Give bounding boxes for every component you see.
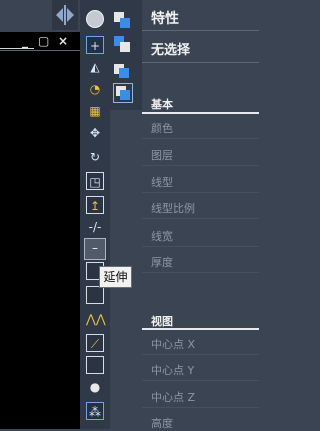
mirror-icon[interactable]: ◭ bbox=[86, 58, 104, 76]
extend-icon: – bbox=[92, 241, 98, 255]
row-divider bbox=[142, 165, 259, 166]
send-under-icon[interactable] bbox=[113, 83, 133, 103]
copy-icon[interactable]: + bbox=[86, 36, 104, 54]
property-row-center-z[interactable]: 中心点 Z bbox=[151, 389, 195, 405]
viewport-frame-line bbox=[0, 48, 34, 49]
close-viewport-button[interactable]: × bbox=[58, 35, 68, 47]
break-icon[interactable] bbox=[86, 286, 104, 304]
property-row-layer[interactable]: 图层 bbox=[151, 147, 173, 163]
row-divider bbox=[142, 354, 259, 355]
section-header-view[interactable]: 视图 bbox=[151, 313, 173, 329]
join-icon[interactable]: ⋀⋀ bbox=[86, 310, 106, 328]
property-row-center-x[interactable]: 中心点 X bbox=[151, 336, 195, 352]
restore-viewport-button[interactable]: ▢ bbox=[38, 35, 49, 47]
erase-icon[interactable] bbox=[86, 10, 104, 28]
extend-button[interactable]: – bbox=[84, 238, 106, 260]
scale-icon[interactable]: ◳ bbox=[86, 172, 104, 190]
property-row-thickness[interactable]: 厚度 bbox=[151, 254, 173, 270]
divider bbox=[142, 62, 259, 63]
stretch-icon[interactable]: ↥ bbox=[86, 196, 104, 214]
chevron-right-icon bbox=[67, 8, 74, 22]
property-row-center-y[interactable]: 中心点 Y bbox=[151, 362, 194, 378]
divider bbox=[142, 30, 259, 31]
bring-above-icon[interactable] bbox=[114, 60, 132, 78]
tooltip: 延伸 bbox=[99, 266, 132, 288]
panel-collapse-grip[interactable] bbox=[52, 0, 78, 30]
explode-icon[interactable]: ⁂ bbox=[86, 402, 104, 420]
trim-icon[interactable]: -/- bbox=[86, 218, 104, 236]
minimize-viewport-button[interactable]: _ bbox=[22, 35, 28, 47]
row-divider bbox=[142, 192, 259, 193]
section-underline bbox=[142, 328, 259, 330]
property-row-linetype-scale[interactable]: 线型比例 bbox=[151, 200, 195, 216]
move-icon[interactable]: ✥ bbox=[86, 124, 104, 142]
palette-title: 特性 bbox=[151, 11, 179, 27]
drawing-canvas[interactable] bbox=[0, 32, 80, 429]
row-divider bbox=[142, 138, 259, 139]
row-divider bbox=[142, 380, 259, 381]
send-to-back-icon[interactable] bbox=[114, 36, 132, 54]
blend-curves-icon[interactable]: ● bbox=[86, 378, 104, 396]
bring-to-front-icon[interactable] bbox=[114, 12, 132, 30]
selection-dropdown[interactable]: 无选择 bbox=[151, 39, 190, 58]
row-divider bbox=[142, 407, 259, 408]
property-row-lineweight[interactable]: 线宽 bbox=[151, 228, 173, 244]
grip-divider-icon bbox=[64, 5, 66, 25]
property-row-color[interactable]: 颜色 bbox=[151, 120, 173, 136]
property-row-linetype[interactable]: 线型 bbox=[151, 174, 173, 190]
chamfer-icon[interactable]: ⟋ bbox=[86, 334, 104, 352]
row-divider bbox=[142, 246, 259, 247]
rotate-icon[interactable]: ↻ bbox=[86, 148, 104, 166]
offset-icon[interactable]: ◔ bbox=[86, 80, 104, 98]
row-divider bbox=[142, 272, 259, 273]
fillet-icon[interactable] bbox=[86, 356, 104, 374]
section-underline bbox=[142, 112, 259, 114]
properties-palette: 特性 无选择 基本 颜色 图层 线型 线型比例 线宽 厚度 视图 中心点 X 中… bbox=[142, 0, 259, 430]
section-header-basic[interactable]: 基本 bbox=[151, 96, 173, 112]
chevron-left-icon bbox=[56, 8, 63, 22]
array-icon[interactable]: ▦ bbox=[86, 102, 104, 120]
row-divider bbox=[142, 218, 259, 219]
